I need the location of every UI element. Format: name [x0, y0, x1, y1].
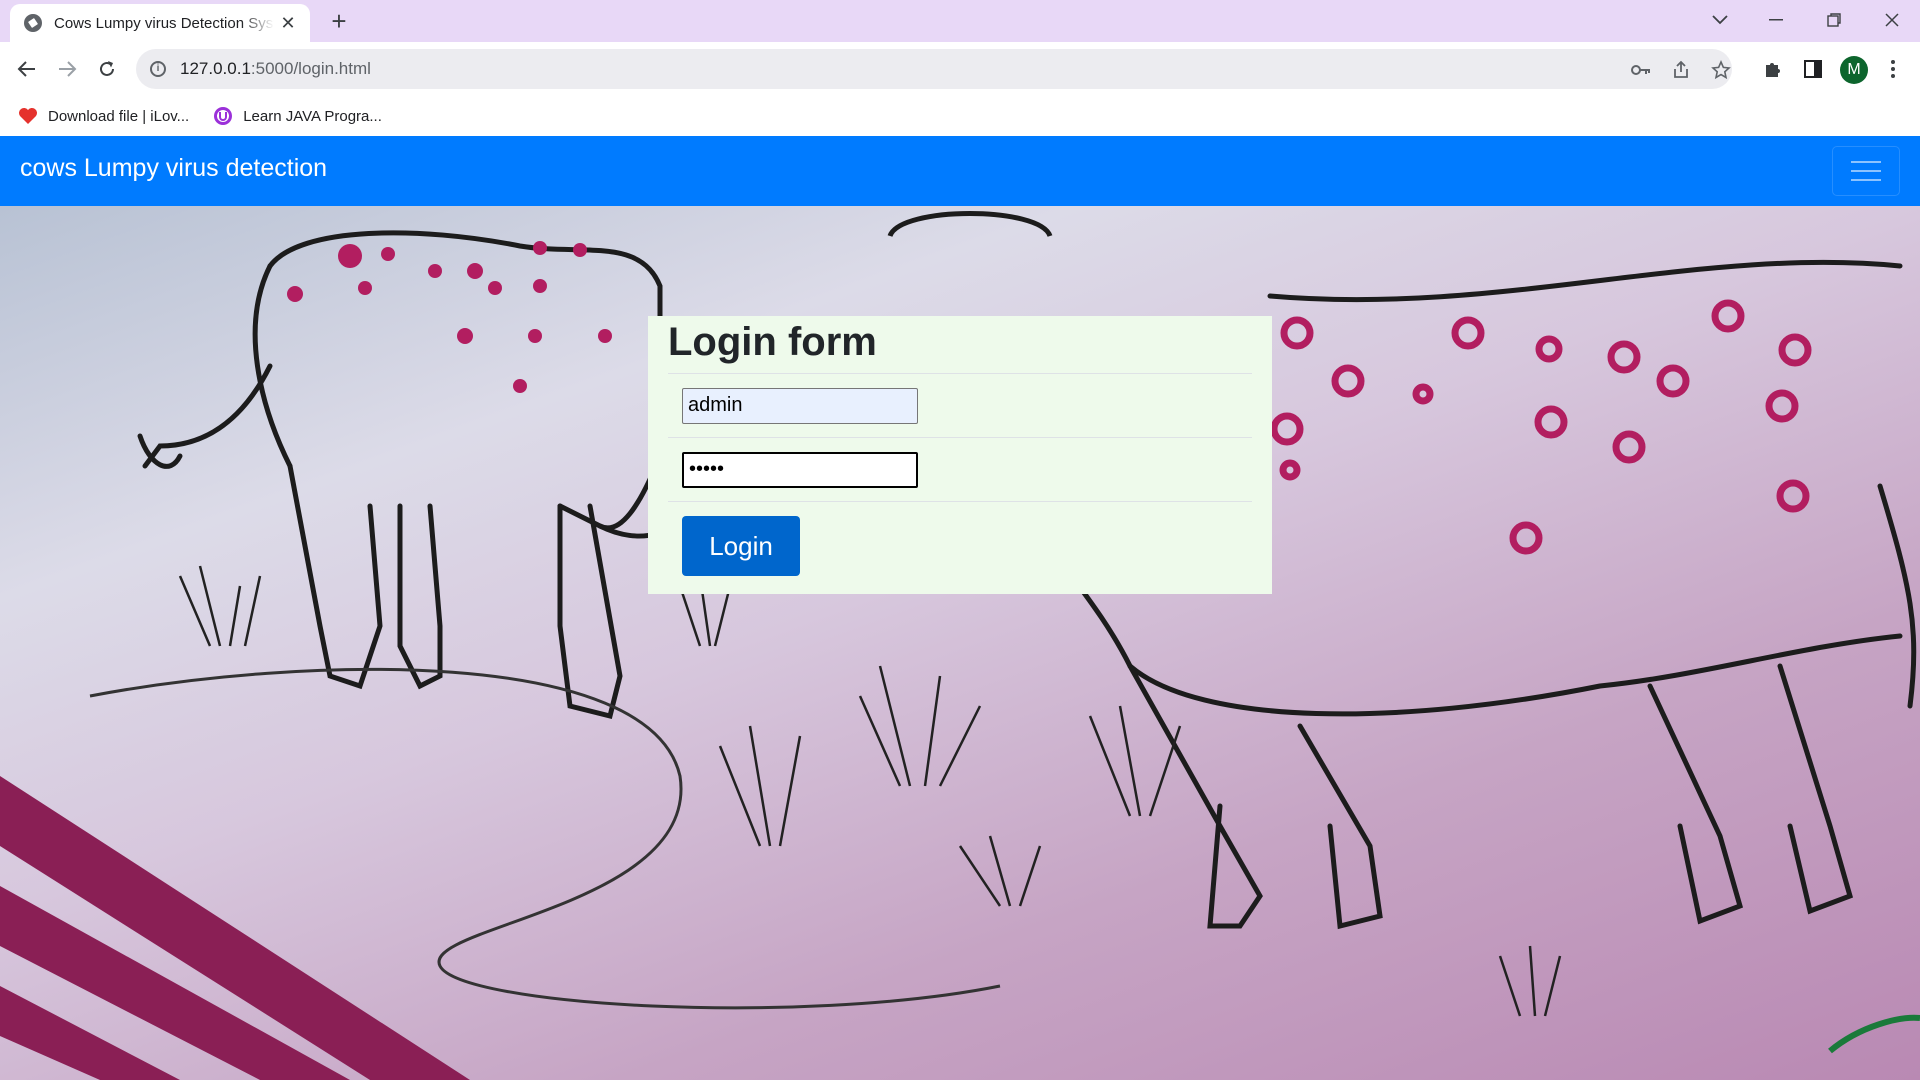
- password-row: [668, 438, 1252, 502]
- tab-title: Cows Lumpy virus Detection System: [54, 14, 274, 32]
- background-cows-illustration: Login form Login: [0, 206, 1920, 1080]
- password-key-icon[interactable]: [1630, 59, 1652, 81]
- heart-icon: [18, 107, 38, 125]
- close-window-button[interactable]: [1864, 0, 1920, 40]
- reload-button[interactable]: [92, 54, 122, 84]
- browser-tab[interactable]: Cows Lumpy virus Detection System ✕: [10, 4, 310, 42]
- bookmarks-bar: Download file | iLov... Learn JAVA Progr…: [0, 96, 1920, 136]
- restore-button[interactable]: [1806, 0, 1862, 40]
- username-row: [668, 374, 1252, 438]
- bookmark-label: Download file | iLov...: [48, 107, 190, 125]
- badge-icon: [213, 107, 233, 125]
- navbar-brand[interactable]: cows Lumpy virus detection: [20, 154, 327, 183]
- bookmark-label: Learn JAVA Progra...: [243, 107, 382, 125]
- bookmark-item[interactable]: Learn JAVA Progra...: [213, 107, 382, 125]
- tab-search-icon[interactable]: [1692, 0, 1748, 40]
- login-button[interactable]: Login: [682, 516, 800, 576]
- web-page: cows Lumpy virus detection Login form ad…: [0, 136, 1920, 1080]
- forward-button[interactable]: [52, 54, 82, 84]
- share-icon[interactable]: [1670, 59, 1692, 81]
- bookmark-item[interactable]: Download file | iLov...: [18, 107, 189, 125]
- browser-toolbar: i 127.0.0.1:5000/login.html M: [0, 42, 1920, 96]
- new-tab-button[interactable]: +: [324, 6, 354, 36]
- url-text: 127.0.0.1:5000/login.html: [180, 59, 371, 78]
- profile-avatar[interactable]: M: [1840, 56, 1868, 84]
- site-info-icon[interactable]: i: [150, 61, 166, 77]
- minimize-button[interactable]: [1748, 0, 1804, 40]
- button-row: Login: [668, 502, 1252, 576]
- side-panel-icon[interactable]: [1800, 56, 1826, 82]
- tab-strip: Cows Lumpy virus Detection System ✕ +: [0, 0, 1920, 42]
- login-card: Login form Login: [648, 316, 1272, 594]
- bookmark-star-icon[interactable]: [1710, 59, 1732, 81]
- back-button[interactable]: [12, 54, 42, 84]
- login-title: Login form: [668, 316, 1252, 374]
- extensions-puzzle-icon[interactable]: [1760, 56, 1786, 82]
- address-bar[interactable]: i 127.0.0.1:5000/login.html: [136, 49, 1732, 89]
- username-input[interactable]: [682, 387, 918, 424]
- globe-icon: [24, 14, 42, 32]
- kebab-menu-icon[interactable]: [1880, 56, 1906, 82]
- close-tab-icon[interactable]: ✕: [278, 13, 298, 34]
- navbar: cows Lumpy virus detection: [0, 136, 1920, 206]
- password-input[interactable]: [682, 451, 918, 488]
- navbar-toggler-hamburger-icon[interactable]: [1832, 146, 1900, 196]
